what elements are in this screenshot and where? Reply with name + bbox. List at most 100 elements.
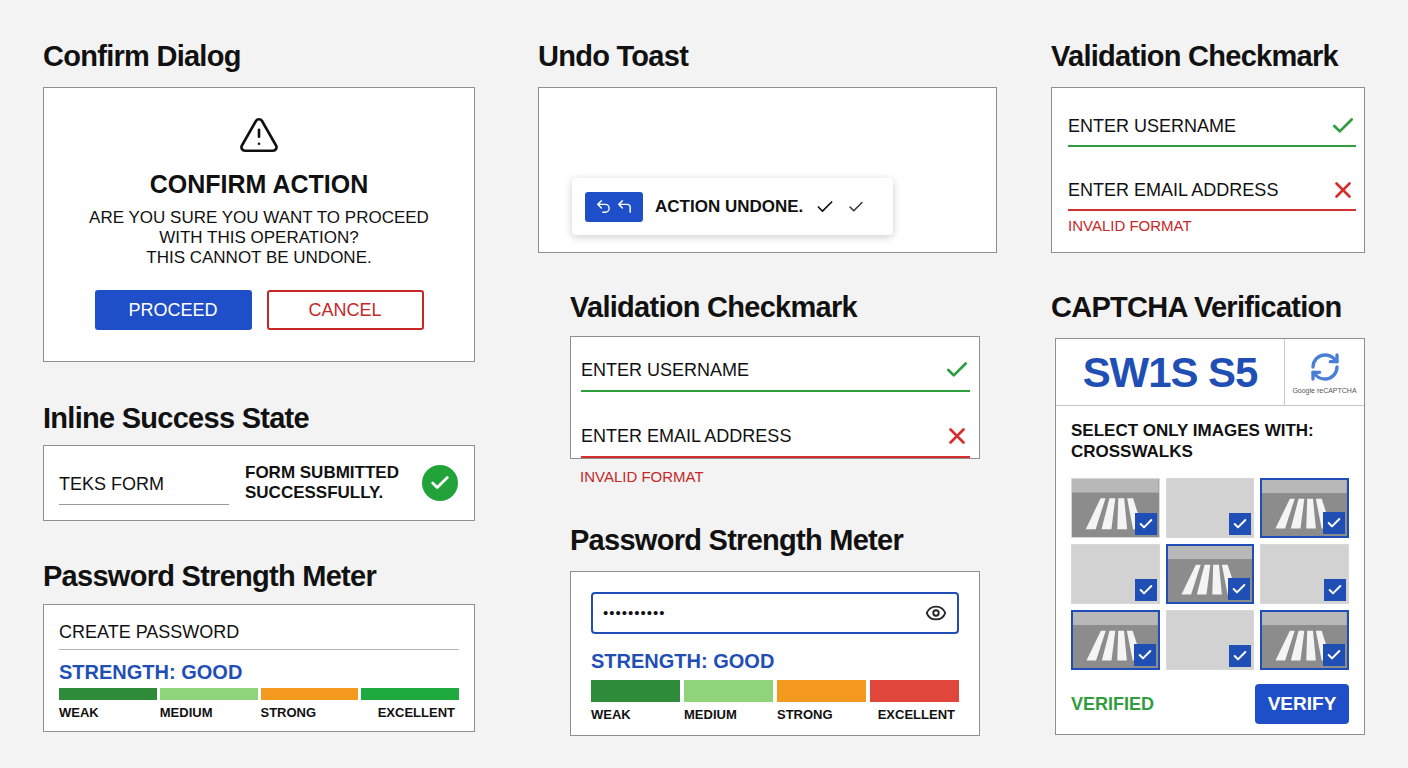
strength-label: MEDIUM (160, 705, 258, 721)
strength-segment (361, 688, 459, 700)
password-meter-card: •••••••••• STRENGTH: GOOD WEAKMEDIUMSTRONG… (570, 571, 980, 736)
captcha-code: SW1S S5 (1056, 339, 1284, 405)
tile-checkbox[interactable] (1323, 512, 1345, 534)
strength-segment (160, 688, 258, 700)
strength-meter: WEAKMEDIUMSTRONGEXCELLENT (59, 688, 459, 721)
strength-segment (684, 680, 773, 702)
undo-icon (595, 198, 612, 215)
invalid-x-icon (944, 423, 970, 449)
captcha-card: SW1S S5Google reCAPTCHASELECT ONLY IMAGE… (1055, 338, 1365, 735)
section-heading: Password Strength Meter (43, 558, 475, 594)
strength-label: WEAK (591, 707, 680, 723)
captcha-tile[interactable] (1166, 478, 1255, 538)
validation-field[interactable]: ENTER EMAIL ADDRESS (581, 423, 970, 458)
show-password-icon[interactable] (925, 602, 947, 624)
error-message: INVALID FORMAT (580, 468, 980, 486)
recaptcha-logo: Google reCAPTCHA (1284, 339, 1364, 405)
tile-checkbox[interactable] (1324, 579, 1346, 601)
success-message: FORM SUBMITTED SUCCESSFULLY. (245, 463, 417, 503)
page: Confirm Dialog CONFIRM ACTION ARE YOU SURE… (0, 0, 1408, 768)
valid-check-icon (944, 357, 970, 383)
tile-checkbox[interactable] (1229, 645, 1251, 667)
undo-toast: ACTION UNDONE. (572, 178, 893, 235)
verify-button[interactable]: VERIFY (1255, 684, 1349, 724)
invalid-x-icon (1330, 177, 1356, 203)
validation-field[interactable]: ENTER EMAIL ADDRESS (1068, 177, 1356, 211)
strength-label: STRONG (261, 705, 359, 721)
validation-card: ENTER USERNAME ENTER EMAIL ADDRESS (570, 336, 980, 459)
valid-check-icon (1330, 113, 1356, 139)
cancel-button[interactable]: CANCEL (267, 290, 424, 330)
check-icon (1138, 582, 1154, 598)
strength-label: EXCELLENT (870, 707, 959, 723)
dialog-message: ARE YOU SURE YOU WANT TO PROCEEDWITH THI… (89, 208, 429, 268)
tile-checkbox[interactable] (1134, 644, 1156, 666)
validation-field[interactable]: ENTER USERNAME (1068, 113, 1356, 147)
tile-checkbox[interactable] (1135, 579, 1157, 601)
strength-segment (59, 688, 157, 700)
right-column: Validation CheckmarkENTER USERNAMEENTER … (1051, 38, 1365, 768)
validation-field[interactable]: ENTER USERNAME (581, 357, 970, 392)
strength-text: STRENGTH: GOOD (59, 660, 459, 684)
captcha-status: VERIFIED (1071, 691, 1154, 718)
dialog-title: CONFIRM ACTION (150, 168, 369, 200)
inline-success-card: TEKS FORM FORM SUBMITTED SUCCESSFULLY. (43, 445, 475, 521)
strength-segment (591, 680, 680, 702)
toast-message: ACTION UNDONE. (655, 194, 803, 220)
tile-checkbox[interactable] (1229, 513, 1251, 535)
password-meter-card: CREATE PASSWORD STRENGTH: GOOD WEAKMEDIUMS… (43, 604, 475, 732)
strength-label: WEAK (59, 705, 157, 721)
strength-segment (777, 680, 866, 702)
form-field[interactable]: TEKS FORM (59, 471, 229, 505)
captcha-tile[interactable] (1071, 610, 1160, 670)
undo-button[interactable] (585, 192, 643, 222)
strength-label: MEDIUM (684, 707, 773, 723)
left-column: Confirm Dialog CONFIRM ACTION ARE YOU SURE… (43, 38, 475, 768)
check-icon (1326, 647, 1342, 663)
captcha-tile[interactable] (1260, 478, 1349, 538)
check-icon (1231, 581, 1247, 597)
success-check-icon (422, 465, 458, 501)
strength-label: STRONG (777, 707, 866, 723)
captcha-tile[interactable] (1166, 544, 1255, 604)
strength-meter: WEAKMEDIUMSTRONGEXCELLENT (591, 680, 959, 723)
proceed-button[interactable]: PROCEED (95, 290, 252, 330)
tile-checkbox[interactable] (1228, 578, 1250, 600)
password-field[interactable]: CREATE PASSWORD (59, 621, 459, 650)
warning-icon (238, 114, 280, 156)
strength-label: EXCELLENT (361, 705, 459, 721)
tile-checkbox[interactable] (1135, 513, 1157, 535)
section-heading: Undo Toast (538, 38, 997, 74)
section-heading: Password Strength Meter (570, 522, 980, 558)
tile-checkbox[interactable] (1323, 644, 1345, 666)
section-heading: Inline Success State (43, 400, 475, 436)
captcha-instruction: SELECT ONLY IMAGES WITH:CROSSWALKS (1056, 406, 1364, 462)
check-icon (1232, 516, 1248, 532)
check-icon (815, 197, 835, 217)
section-heading: Validation Checkmark (570, 289, 980, 325)
check-icon (1326, 515, 1342, 531)
error-message: INVALID FORMAT (1068, 217, 1356, 235)
captcha-tile[interactable] (1260, 610, 1349, 670)
recaptcha-icon (1309, 351, 1341, 383)
strength-segment (261, 688, 359, 700)
validation-card: ENTER USERNAME ENTER EMAIL ADDRESS INVALID… (1051, 87, 1365, 253)
undo-toast-area: ACTION UNDONE. (538, 87, 997, 253)
captcha-tile[interactable] (1071, 478, 1160, 538)
check-icon (1137, 647, 1153, 663)
check-icon (847, 198, 865, 216)
captcha-tile[interactable] (1260, 544, 1349, 604)
undo-icon (616, 198, 633, 215)
section-heading: Validation Checkmark (1051, 38, 1365, 74)
section-heading: Confirm Dialog (43, 38, 475, 74)
password-input[interactable]: •••••••••• (591, 592, 959, 634)
check-icon (1327, 582, 1343, 598)
strength-text: STRENGTH: GOOD (591, 648, 959, 674)
check-icon (1232, 648, 1248, 664)
middle-column: Undo Toast ACTION UNDONE. Validation Check… (538, 38, 997, 768)
captcha-tile[interactable] (1166, 610, 1255, 670)
confirm-dialog: CONFIRM ACTION ARE YOU SURE YOU WANT TO P… (43, 87, 475, 362)
strength-segment (870, 680, 959, 702)
captcha-tile[interactable] (1071, 544, 1160, 604)
section-heading: CAPTCHA Verification (1051, 289, 1365, 325)
